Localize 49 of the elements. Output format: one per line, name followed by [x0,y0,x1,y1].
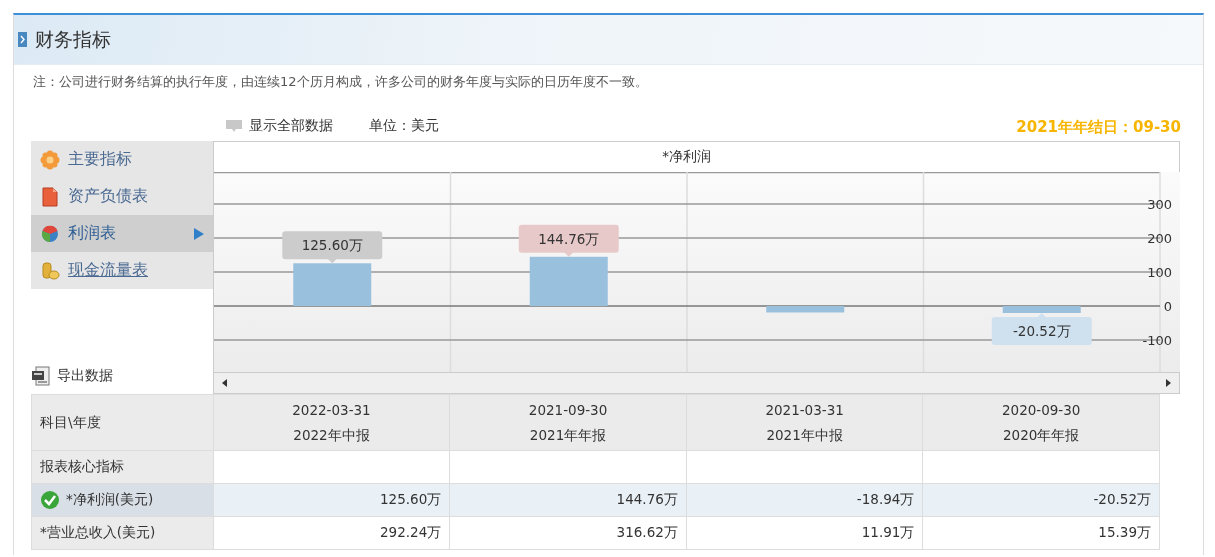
table-cell: 144.76万 [449,483,687,517]
table-cell: 292.24万 [213,516,450,550]
year-end-label: 2021年年结日：09-30 [1016,117,1181,137]
check-icon [40,490,60,510]
axis-tick-label: 300 [1147,196,1172,212]
unit-label: 单位：美元 [369,117,439,135]
value-label: -20.52万 [991,313,1092,345]
spreadsheet-icon [31,366,51,386]
coins-icon [40,260,60,281]
panel-title: 财务指标 [35,26,111,52]
table-cell: -18.94万 [686,483,923,517]
note-text: 注：公司进行财务结算的执行年度，由连续12个历月构成，许多公司的财务年度与实际的日历年度不一致。 [32,73,649,91]
sidebar-item[interactable]: 资产负债表 [31,178,213,215]
sidebar-item[interactable]: 主要指标 [31,141,213,178]
column-header: 科目\年度 [31,394,214,451]
table-cell: 15.39万 [922,516,1160,550]
export-button[interactable]: 导出数据 [31,366,213,386]
axis-tick-label: 0 [1163,299,1172,314]
speech-bubble-icon [225,119,243,133]
show-all-toggle[interactable]: 显示全部数据 [225,117,333,141]
document-icon [40,186,60,207]
horizontal-scrollbar[interactable] [214,372,1179,393]
sidebar-item[interactable]: 利润表 [31,215,213,252]
table-cell: 125.60万 [213,483,450,517]
data-label: 125.60万 [301,237,363,254]
data-label: 144.76万 [538,230,600,247]
right-arrow-icon[interactable] [1166,379,1171,387]
section-label: 报表核心指标 [31,450,214,484]
value-label: 144.76万 [518,224,619,257]
left-arrow-icon[interactable] [222,379,227,387]
axis-tick-label: 100 [1147,265,1172,280]
table-cell: 11.91万 [686,516,923,550]
axis-tick-label: 200 [1147,231,1172,246]
pie-chart-icon [40,223,60,244]
data-label: -20.52万 [1012,323,1071,340]
table-cell: -20.52万 [922,483,1160,517]
row-label[interactable]: *营业总收入(美元) [31,516,214,550]
chart-title: *净利润 [662,148,711,166]
arrow-icon [193,226,205,241]
table-cell: 316.62万 [449,516,687,550]
flower-icon [40,149,60,170]
value-label: 125.60万 [282,231,383,264]
column-header: 2021-09-30 2021年年报 [449,394,687,451]
column-header: 2022-03-31 2022年中报 [213,394,450,451]
column-header: 2020-09-30 2020年年报 [922,394,1160,451]
row-label[interactable]: *净利润(美元) [31,483,214,517]
sidebar-item[interactable]: 现金流量表 [31,252,213,289]
column-header: 2021-03-31 2021年中报 [686,394,923,451]
axis-tick-label: -100 [1142,333,1172,349]
